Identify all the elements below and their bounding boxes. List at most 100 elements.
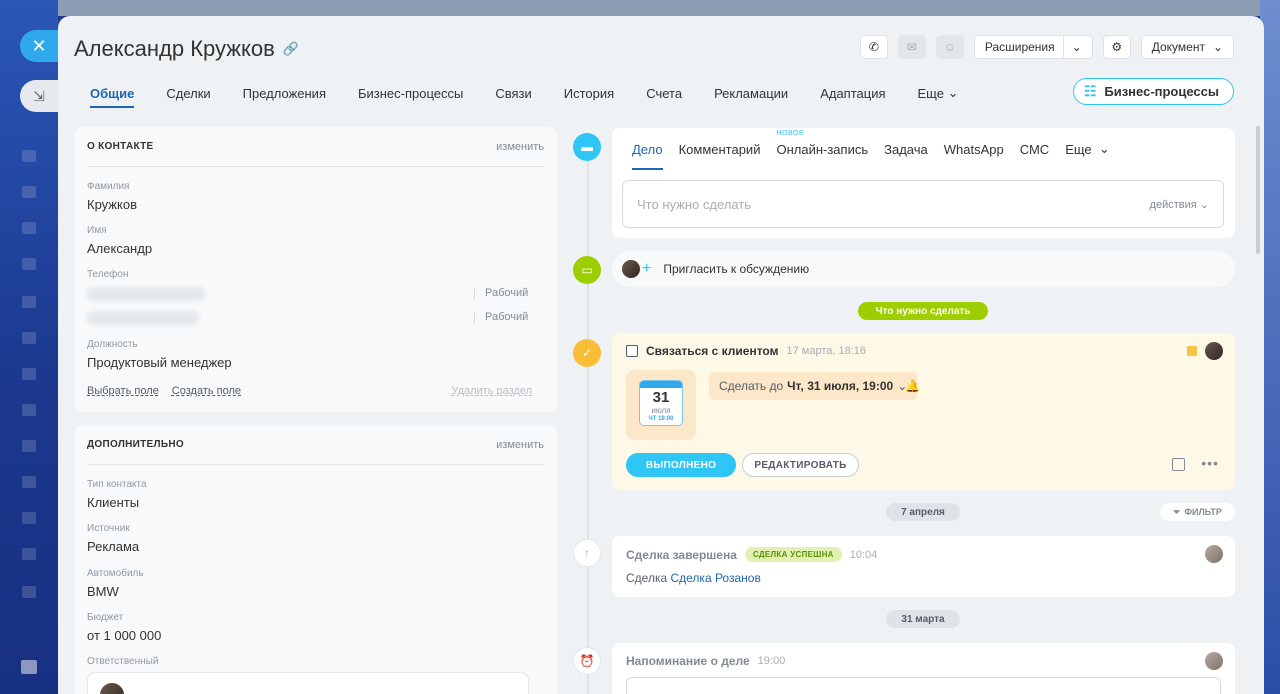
done-button[interactable]: ВЫПОЛНЕНО	[626, 453, 736, 477]
composer-tab-whatsapp[interactable]: WhatsApp	[944, 128, 1004, 170]
composer-tab-sms[interactable]: СМС	[1020, 128, 1049, 170]
tab-deals[interactable]: Сделки	[150, 78, 226, 108]
bell-icon[interactable]: 🔔	[905, 379, 920, 393]
extensions-label: Расширения	[984, 40, 1055, 54]
tab-adaptation[interactable]: Адаптация	[804, 78, 901, 108]
main-tabs: Общие Сделки Предложения Бизнес-процессы…	[74, 78, 1234, 108]
composer-tab-label: Дело	[632, 141, 663, 157]
edit-button-label: РЕДАКТИРОВАТЬ	[754, 459, 847, 471]
priority-flag-icon[interactable]	[1187, 346, 1197, 356]
task-title[interactable]: Связаться с клиентом	[646, 344, 778, 358]
chevron-down-icon: ⌄	[1212, 40, 1223, 54]
deadline-label: Сделать до	[719, 379, 784, 393]
call-button[interactable]: ✆	[859, 35, 888, 59]
scrollbar[interactable]	[1256, 126, 1260, 254]
phone-value-blurred[interactable]	[87, 311, 199, 325]
card-title: ДОПОЛНИТЕЛЬНО	[87, 439, 184, 450]
arrow-up-dot-icon: ↑	[573, 539, 601, 567]
tab-business-processes[interactable]: Бизнес-процессы	[342, 78, 479, 108]
tab-more[interactable]: Еще ⌄	[902, 78, 975, 108]
filter-button[interactable]: ⏷ ФИЛЬТР	[1160, 503, 1235, 521]
sidebar-icon[interactable]	[22, 222, 36, 234]
sidebar-icon[interactable]	[22, 476, 36, 488]
composer-tab-more[interactable]: Еще ⌄	[1065, 128, 1110, 170]
sidebar-icon[interactable]	[22, 296, 36, 308]
responsible-user-box[interactable]	[87, 672, 529, 694]
composer-tab-label: Задача	[884, 141, 928, 157]
tab-label: Еще	[917, 85, 944, 101]
document-dropdown[interactable]: Документ ⌄	[1140, 35, 1234, 59]
business-processes-button[interactable]: ☷ Бизнес-процессы	[1072, 78, 1234, 105]
edit-additional-link[interactable]: изменить	[496, 439, 544, 451]
sidebar-icon[interactable]	[22, 586, 36, 598]
tab-claims[interactable]: Рекламации	[698, 78, 804, 108]
select-field-link[interactable]: Выбрать поле	[87, 385, 159, 397]
tab-history[interactable]: История	[548, 78, 630, 108]
pill-label: Что нужно сделать	[875, 305, 971, 317]
tab-quotes[interactable]: Предложения	[227, 78, 342, 108]
reminder-content-box	[626, 677, 1221, 694]
plus-icon: +	[642, 260, 652, 277]
event-body: Сделка Сделка Розанов	[626, 571, 761, 585]
sidebar-icon[interactable]	[22, 150, 36, 162]
deal-link[interactable]: Сделка Розанов	[670, 571, 760, 585]
avatar	[622, 260, 640, 278]
avatar[interactable]	[1205, 545, 1223, 563]
business-process-icon: ☷	[1083, 83, 1097, 99]
more-icon[interactable]: •••	[1201, 455, 1219, 471]
sidebar-icon[interactable]	[22, 368, 36, 380]
composer-tab-comment[interactable]: Комментарий	[679, 128, 761, 170]
chat-button[interactable]: ☺	[935, 35, 964, 59]
composer-tab-activity[interactable]: Дело	[632, 128, 663, 170]
sidebar-icon[interactable]	[22, 258, 36, 270]
invite-to-discussion[interactable]: + Пригласить к обсуждению	[612, 251, 1235, 287]
tab-general[interactable]: Общие	[74, 78, 150, 108]
sidebar-icon[interactable]	[22, 186, 36, 198]
date-label: 7 апреля	[901, 506, 945, 518]
sidebar-icon[interactable]	[22, 440, 36, 452]
note-icon[interactable]	[1172, 458, 1185, 471]
calendar-header	[640, 381, 682, 388]
chevron-down-icon: ⌄	[1098, 141, 1110, 156]
sidebar-icon[interactable]	[22, 548, 36, 560]
header-toolbar: ✆ ✉ ☺ Расширения ⌄ ⚙ Документ ⌄	[859, 35, 1234, 59]
create-field-link[interactable]: Создать поле	[172, 385, 241, 397]
activity-input[interactable]: Что нужно сделать действия ⌄	[622, 180, 1224, 228]
avatar[interactable]	[1205, 342, 1223, 360]
sidebar-icon[interactable]	[22, 512, 36, 524]
card-header: ДОПОЛНИТЕЛЬНО изменить	[87, 425, 544, 465]
chevron-down-icon: ⌄	[947, 85, 959, 100]
printer-icon[interactable]	[21, 660, 37, 674]
task-checkbox[interactable]	[626, 345, 638, 357]
settings-button[interactable]: ⚙	[1102, 35, 1131, 59]
link-icon[interactable]: 🔗	[283, 41, 299, 57]
todo-section-pill: Что нужно сделать	[858, 302, 988, 320]
field-label: Имя	[87, 225, 107, 236]
phone-value-blurred[interactable]	[87, 287, 205, 301]
sidebar-icon[interactable]	[22, 404, 36, 416]
contact-name: Александр Кружков	[74, 36, 275, 61]
invite-label: Пригласить к обсуждению	[663, 262, 810, 276]
deadline-selector[interactable]: Сделать до Чт, 31 июля, 19:00 ⌄	[709, 372, 918, 400]
avatar[interactable]	[1205, 652, 1223, 670]
background-top	[58, 0, 1260, 16]
edit-contact-link[interactable]: изменить	[496, 141, 544, 153]
email-button[interactable]: ✉	[897, 35, 926, 59]
composer-tab-task[interactable]: Задача	[884, 128, 928, 170]
additional-info-card: ДОПОЛНИТЕЛЬНО изменить Тип контакта Клие…	[74, 425, 557, 694]
task-card: Связаться с клиентом 17 марта, 18:16 31 …	[612, 333, 1235, 490]
tab-relations[interactable]: Связи	[479, 78, 547, 108]
calendar-day: 31	[652, 389, 670, 406]
sidebar-icon[interactable]	[22, 332, 36, 344]
actions-dropdown[interactable]: действия ⌄	[1150, 198, 1209, 211]
composer-tab-online-booking[interactable]: НОВОЕ Онлайн-запись	[776, 128, 868, 170]
phone-icon: ✆	[868, 40, 879, 54]
tab-label: Рекламации	[714, 85, 789, 101]
contact-type-value: Клиенты	[87, 495, 140, 510]
close-icon: ✕	[31, 35, 47, 56]
edit-button[interactable]: РЕДАКТИРОВАТЬ	[742, 453, 859, 477]
task-check-dot-icon: ✓	[573, 339, 601, 367]
delete-section-link[interactable]: Удалить раздел	[451, 385, 532, 397]
extensions-dropdown[interactable]: Расширения ⌄	[973, 35, 1093, 59]
tab-invoices[interactable]: Счета	[630, 78, 698, 108]
